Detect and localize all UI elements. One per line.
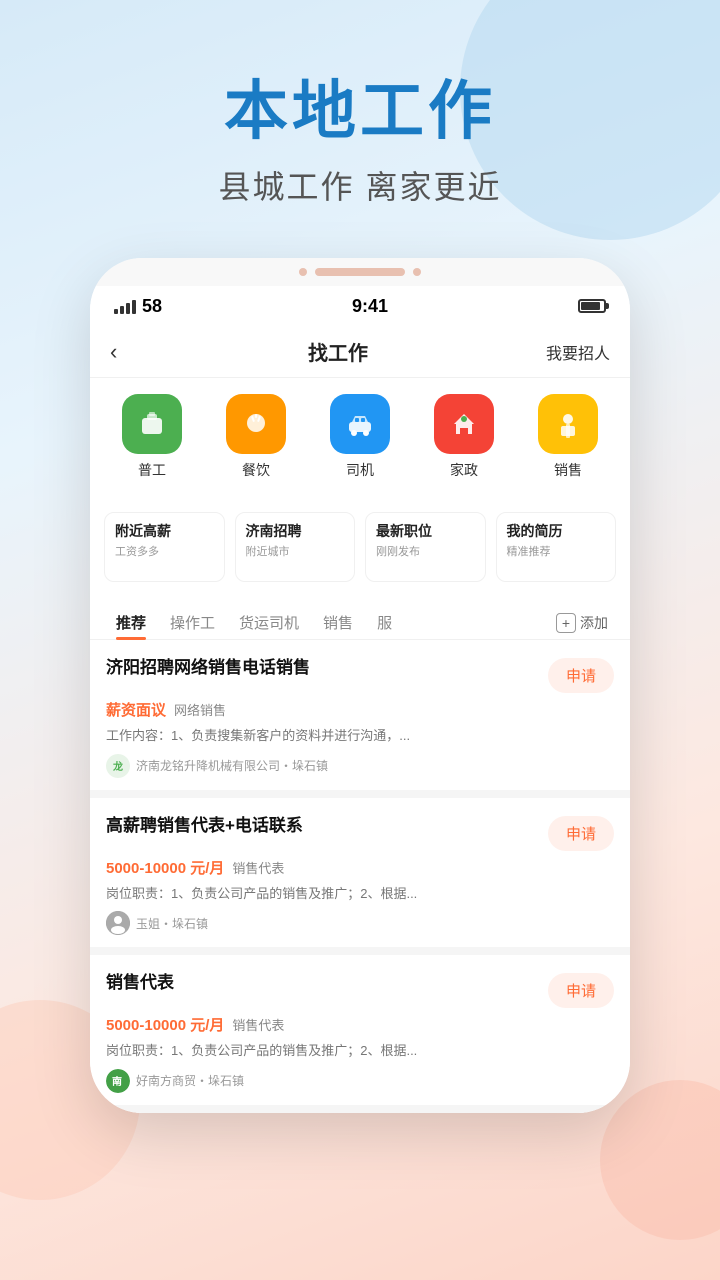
quick-link-jinan-zhaopin[interactable]: 济南招聘 附近城市 bbox=[235, 512, 356, 582]
notch-dot-2 bbox=[413, 268, 421, 276]
company-name-2: 玉姐・垛石镇 bbox=[136, 915, 208, 932]
job-header-2: 高薪聘销售代表+电话联系 申请 bbox=[106, 814, 614, 851]
tab-xiao-shou[interactable]: 销售 bbox=[311, 606, 365, 639]
company-name-3: 好南方商贸・垛石镇 bbox=[136, 1072, 244, 1089]
category-jia-zheng[interactable]: 家政 bbox=[419, 394, 509, 480]
job-salary-row-1: 薪资面议 网络销售 bbox=[106, 699, 614, 720]
category-xiao-shou[interactable]: 销售 bbox=[523, 394, 613, 480]
xiao-shou-icon bbox=[538, 394, 598, 454]
phone-notch bbox=[90, 258, 630, 286]
si-ji-icon bbox=[330, 394, 390, 454]
phone-mockup: 58 9:41 ‹ 找工作 我要招人 普工 bbox=[0, 258, 720, 1113]
job-type-3: 销售代表 bbox=[232, 1015, 284, 1034]
job-salary-row-3: 5000-10000 元/月 销售代表 bbox=[106, 1014, 614, 1035]
job-type-2: 销售代表 bbox=[232, 858, 284, 877]
svg-text:南: 南 bbox=[112, 1075, 122, 1088]
company-name-1: 济南龙铭升降机械有限公司・垛石镇 bbox=[136, 757, 328, 774]
job-company-1: 龙 济南龙铭升降机械有限公司・垛石镇 bbox=[106, 754, 614, 778]
tab-add-button[interactable]: + 添加 bbox=[548, 607, 616, 639]
tab-bar: 推荐 操作工 货运司机 销售 服 + 添加 bbox=[90, 598, 630, 640]
job-header-1: 济阳招聘网络销售电话销售 申请 bbox=[106, 656, 614, 693]
job-card-1: 济阳招聘网络销售电话销售 申请 薪资面议 网络销售 工作内容：1、负责搜集新客户… bbox=[90, 640, 630, 798]
job-company-3: 南 好南方商贸・垛石镇 bbox=[106, 1069, 614, 1093]
notch-pill bbox=[315, 268, 405, 276]
signal-bar-1 bbox=[114, 309, 118, 314]
apply-button-3[interactable]: 申请 bbox=[548, 973, 614, 1008]
quick-sub-2: 附近城市 bbox=[246, 543, 345, 559]
back-button[interactable]: ‹ bbox=[110, 339, 146, 365]
hero-main-title: 本地工作 bbox=[0, 60, 720, 152]
add-icon: + bbox=[556, 613, 576, 633]
recruit-button[interactable]: 我要招人 bbox=[530, 340, 610, 364]
tab-tuijian[interactable]: 推荐 bbox=[104, 606, 158, 639]
signal-bar-2 bbox=[120, 306, 124, 314]
hero-sub-title: 县城工作 离家更近 bbox=[0, 162, 720, 208]
nav-bar: ‹ 找工作 我要招人 bbox=[90, 326, 630, 378]
job-title-2: 高薪聘销售代表+电话联系 bbox=[106, 814, 538, 838]
job-list: 济阳招聘网络销售电话销售 申请 薪资面议 网络销售 工作内容：1、负责搜集新客户… bbox=[90, 640, 630, 1113]
job-card-3: 销售代表 申请 5000-10000 元/月 销售代表 岗位职责：1、负责公司产… bbox=[90, 955, 630, 1113]
job-desc-2: 岗位职责：1、负责公司产品的销售及推广；2、根据... bbox=[106, 884, 614, 904]
hero-section: 本地工作 县城工作 离家更近 bbox=[0, 0, 720, 238]
quick-sub-3: 刚刚发布 bbox=[376, 543, 475, 559]
battery-icon bbox=[578, 299, 606, 313]
job-title-3: 销售代表 bbox=[106, 971, 538, 995]
job-salary-row-2: 5000-10000 元/月 销售代表 bbox=[106, 857, 614, 878]
category-si-ji[interactable]: 司机 bbox=[315, 394, 405, 480]
apply-button-2[interactable]: 申请 bbox=[548, 816, 614, 851]
quick-title-2: 济南招聘 bbox=[246, 521, 345, 541]
nav-title: 找工作 bbox=[146, 337, 530, 366]
signal-bar-4 bbox=[132, 300, 136, 314]
salary-2: 5000-10000 元/月 bbox=[106, 857, 224, 878]
status-time: 9:41 bbox=[352, 296, 388, 317]
signal-icon bbox=[114, 298, 136, 314]
tab-add-label: 添加 bbox=[580, 613, 608, 633]
quick-sub-1: 工资多多 bbox=[115, 543, 214, 559]
signal-strength: 58 bbox=[142, 296, 162, 317]
company-logo-2 bbox=[106, 911, 130, 935]
xiao-shou-label: 销售 bbox=[554, 460, 582, 480]
salary-3: 5000-10000 元/月 bbox=[106, 1014, 224, 1035]
category-can-yin[interactable]: 餐饮 bbox=[211, 394, 301, 480]
signal-bar-3 bbox=[126, 303, 130, 314]
quick-links-section: 附近高薪 工资多多 济南招聘 附近城市 最新职位 刚刚发布 我的简历 精准推荐 bbox=[90, 502, 630, 592]
notch-dot-1 bbox=[299, 268, 307, 276]
quick-title-4: 我的简历 bbox=[507, 521, 606, 541]
tab-fu[interactable]: 服 bbox=[365, 606, 404, 639]
phone-frame: 58 9:41 ‹ 找工作 我要招人 普工 bbox=[90, 258, 630, 1113]
category-pu-gong[interactable]: 普工 bbox=[107, 394, 197, 480]
job-header-3: 销售代表 申请 bbox=[106, 971, 614, 1008]
status-left: 58 bbox=[114, 296, 162, 317]
jia-zheng-label: 家政 bbox=[450, 460, 478, 480]
quick-link-fujin-gaoxin[interactable]: 附近高薪 工资多多 bbox=[104, 512, 225, 582]
quick-link-wode-jianli[interactable]: 我的简历 精准推荐 bbox=[496, 512, 617, 582]
job-title-1: 济阳招聘网络销售电话销售 bbox=[106, 656, 538, 680]
tab-caozuo-gong[interactable]: 操作工 bbox=[158, 606, 227, 639]
si-ji-label: 司机 bbox=[346, 460, 374, 480]
can-yin-icon bbox=[226, 394, 286, 454]
job-desc-3: 岗位职责：1、负责公司产品的销售及推广；2、根据... bbox=[106, 1041, 614, 1061]
apply-button-1[interactable]: 申请 bbox=[548, 658, 614, 693]
job-type-1: 网络销售 bbox=[174, 700, 226, 719]
company-logo-3: 南 bbox=[106, 1069, 130, 1093]
can-yin-label: 餐饮 bbox=[242, 460, 270, 480]
quick-sub-4: 精准推荐 bbox=[507, 543, 606, 559]
status-right bbox=[578, 299, 606, 313]
tab-huoyun-siji[interactable]: 货运司机 bbox=[227, 606, 311, 639]
status-bar: 58 9:41 bbox=[90, 286, 630, 326]
category-section: 普工 餐饮 司机 家政 bbox=[90, 378, 630, 496]
job-desc-1: 工作内容：1、负责搜集新客户的资料并进行沟通，... bbox=[106, 726, 614, 746]
company-logo-1: 龙 bbox=[106, 754, 130, 778]
quick-title-3: 最新职位 bbox=[376, 521, 475, 541]
jia-zheng-icon bbox=[434, 394, 494, 454]
quick-link-zuixin-zhiwei[interactable]: 最新职位 刚刚发布 bbox=[365, 512, 486, 582]
battery-fill bbox=[581, 302, 600, 310]
pu-gong-label: 普工 bbox=[138, 460, 166, 480]
salary-1: 薪资面议 bbox=[106, 699, 166, 720]
job-company-2: 玉姐・垛石镇 bbox=[106, 911, 614, 935]
pu-gong-icon bbox=[122, 394, 182, 454]
quick-title-1: 附近高薪 bbox=[115, 521, 214, 541]
job-card-2: 高薪聘销售代表+电话联系 申请 5000-10000 元/月 销售代表 岗位职责… bbox=[90, 798, 630, 956]
